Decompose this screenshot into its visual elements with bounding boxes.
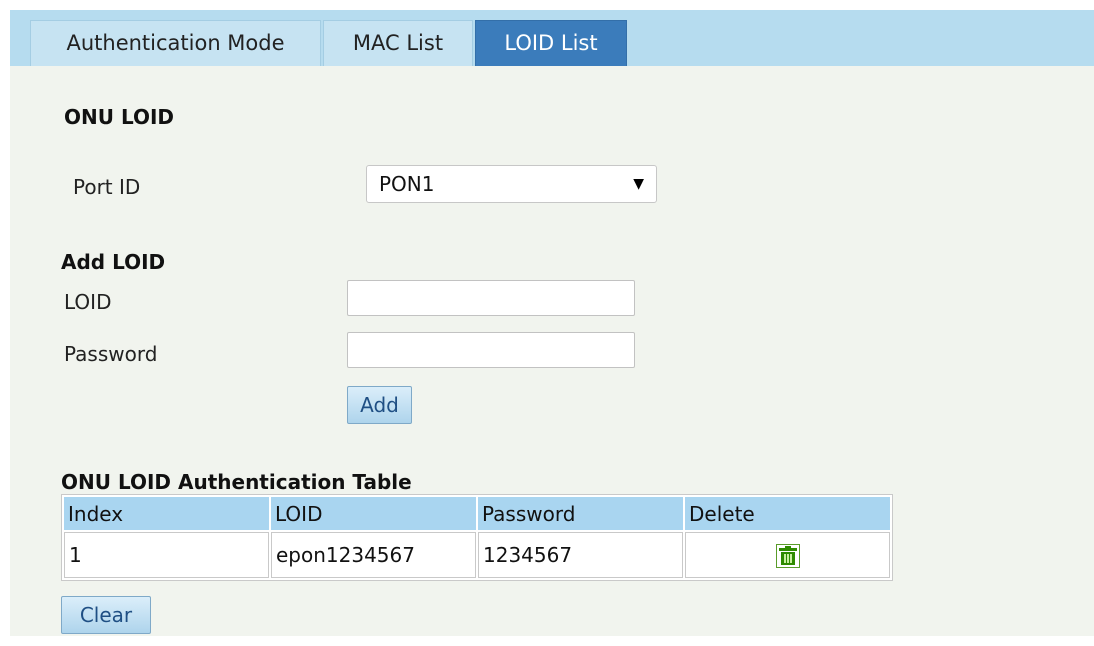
add-loid-title: Add LOID: [61, 250, 166, 274]
loid-input[interactable]: [347, 280, 635, 316]
port-id-value: PON1: [379, 172, 435, 196]
auth-table-title: ONU LOID Authentication Table: [61, 470, 412, 494]
password-input[interactable]: [347, 332, 635, 368]
column-header-delete: Delete: [685, 497, 890, 530]
chevron-down-icon: ▼: [633, 176, 644, 192]
cell-delete: [685, 532, 890, 578]
add-button[interactable]: Add: [347, 386, 412, 424]
table-row: 1 epon1234567 1234567: [64, 532, 890, 578]
port-id-select[interactable]: PON1 ▼: [366, 165, 657, 203]
password-label: Password: [64, 342, 158, 366]
table-header-row: Index LOID Password Delete: [64, 497, 890, 530]
loid-config-panel: Authentication Mode MAC List LOID List O…: [10, 10, 1094, 636]
tab-authentication-mode[interactable]: Authentication Mode: [30, 20, 321, 66]
port-id-label: Port ID: [73, 175, 141, 199]
loid-label: LOID: [64, 290, 112, 314]
column-header-password: Password: [478, 497, 683, 530]
tab-loid-list[interactable]: LOID List: [475, 20, 627, 66]
tab-mac-list[interactable]: MAC List: [323, 20, 473, 66]
cell-loid: epon1234567: [271, 532, 476, 578]
cell-index: 1: [64, 532, 269, 578]
onu-loid-title: ONU LOID: [64, 105, 175, 129]
tab-bar: Authentication Mode MAC List LOID List: [10, 10, 1094, 66]
trash-icon[interactable]: [775, 543, 800, 568]
loid-auth-table: Index LOID Password Delete 1 epon1234567…: [61, 494, 893, 581]
cell-password: 1234567: [478, 532, 683, 578]
column-header-loid: LOID: [271, 497, 476, 530]
column-header-index: Index: [64, 497, 269, 530]
clear-button[interactable]: Clear: [61, 596, 151, 634]
